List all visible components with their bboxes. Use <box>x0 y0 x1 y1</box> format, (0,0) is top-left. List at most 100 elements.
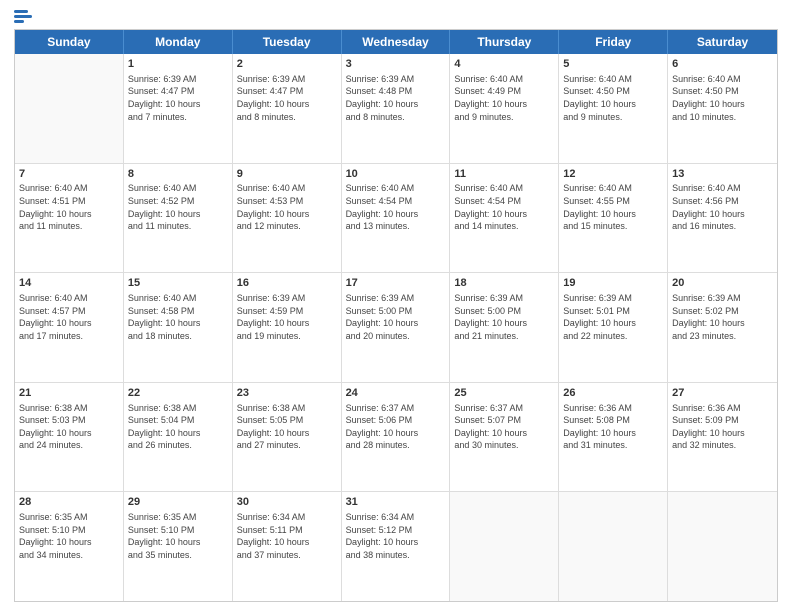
header-day-tuesday: Tuesday <box>233 30 342 54</box>
day-info: Sunrise: 6:40 AMSunset: 4:50 PMDaylight:… <box>563 73 663 123</box>
day-number: 28 <box>19 495 119 510</box>
calendar-day-23: 23Sunrise: 6:38 AMSunset: 5:05 PMDayligh… <box>233 383 342 492</box>
day-number: 27 <box>672 386 773 401</box>
day-number: 23 <box>237 386 337 401</box>
day-info: Sunrise: 6:38 AMSunset: 5:05 PMDaylight:… <box>237 402 337 452</box>
day-info: Sunrise: 6:36 AMSunset: 5:08 PMDaylight:… <box>563 402 663 452</box>
calendar-day-14: 14Sunrise: 6:40 AMSunset: 4:57 PMDayligh… <box>15 273 124 382</box>
calendar-week-5: 28Sunrise: 6:35 AMSunset: 5:10 PMDayligh… <box>15 492 777 601</box>
day-number: 11 <box>454 167 554 182</box>
calendar-day-11: 11Sunrise: 6:40 AMSunset: 4:54 PMDayligh… <box>450 164 559 273</box>
day-number: 12 <box>563 167 663 182</box>
day-info: Sunrise: 6:37 AMSunset: 5:06 PMDaylight:… <box>346 402 446 452</box>
calendar-body: 1Sunrise: 6:39 AMSunset: 4:47 PMDaylight… <box>15 54 777 601</box>
calendar-day-30: 30Sunrise: 6:34 AMSunset: 5:11 PMDayligh… <box>233 492 342 601</box>
calendar-day-12: 12Sunrise: 6:40 AMSunset: 4:55 PMDayligh… <box>559 164 668 273</box>
calendar-day-25: 25Sunrise: 6:37 AMSunset: 5:07 PMDayligh… <box>450 383 559 492</box>
calendar-week-1: 1Sunrise: 6:39 AMSunset: 4:47 PMDaylight… <box>15 54 777 164</box>
header-day-friday: Friday <box>559 30 668 54</box>
day-info: Sunrise: 6:40 AMSunset: 4:53 PMDaylight:… <box>237 182 337 232</box>
day-info: Sunrise: 6:39 AMSunset: 4:47 PMDaylight:… <box>237 73 337 123</box>
calendar-day-9: 9Sunrise: 6:40 AMSunset: 4:53 PMDaylight… <box>233 164 342 273</box>
logo-text-block <box>14 10 32 23</box>
day-info: Sunrise: 6:39 AMSunset: 5:00 PMDaylight:… <box>454 292 554 342</box>
calendar-day-28: 28Sunrise: 6:35 AMSunset: 5:10 PMDayligh… <box>15 492 124 601</box>
calendar-day-6: 6Sunrise: 6:40 AMSunset: 4:50 PMDaylight… <box>668 54 777 163</box>
calendar-day-26: 26Sunrise: 6:36 AMSunset: 5:08 PMDayligh… <box>559 383 668 492</box>
calendar-day-3: 3Sunrise: 6:39 AMSunset: 4:48 PMDaylight… <box>342 54 451 163</box>
day-info: Sunrise: 6:40 AMSunset: 4:54 PMDaylight:… <box>454 182 554 232</box>
day-info: Sunrise: 6:40 AMSunset: 4:49 PMDaylight:… <box>454 73 554 123</box>
calendar-empty-cell <box>559 492 668 601</box>
calendar-day-13: 13Sunrise: 6:40 AMSunset: 4:56 PMDayligh… <box>668 164 777 273</box>
calendar-week-2: 7Sunrise: 6:40 AMSunset: 4:51 PMDaylight… <box>15 164 777 274</box>
day-info: Sunrise: 6:39 AMSunset: 5:01 PMDaylight:… <box>563 292 663 342</box>
day-number: 16 <box>237 276 337 291</box>
day-number: 29 <box>128 495 228 510</box>
day-number: 6 <box>672 57 773 72</box>
day-info: Sunrise: 6:34 AMSunset: 5:11 PMDaylight:… <box>237 511 337 561</box>
header-day-monday: Monday <box>124 30 233 54</box>
day-number: 25 <box>454 386 554 401</box>
calendar-day-1: 1Sunrise: 6:39 AMSunset: 4:47 PMDaylight… <box>124 54 233 163</box>
calendar: SundayMondayTuesdayWednesdayThursdayFrid… <box>14 29 778 602</box>
day-info: Sunrise: 6:39 AMSunset: 5:02 PMDaylight:… <box>672 292 773 342</box>
day-info: Sunrise: 6:39 AMSunset: 4:47 PMDaylight:… <box>128 73 228 123</box>
header-day-thursday: Thursday <box>450 30 559 54</box>
calendar-empty-cell <box>668 492 777 601</box>
calendar-day-2: 2Sunrise: 6:39 AMSunset: 4:47 PMDaylight… <box>233 54 342 163</box>
calendar-week-4: 21Sunrise: 6:38 AMSunset: 5:03 PMDayligh… <box>15 383 777 493</box>
calendar-day-5: 5Sunrise: 6:40 AMSunset: 4:50 PMDaylight… <box>559 54 668 163</box>
day-number: 8 <box>128 167 228 182</box>
day-info: Sunrise: 6:40 AMSunset: 4:55 PMDaylight:… <box>563 182 663 232</box>
day-info: Sunrise: 6:38 AMSunset: 5:03 PMDaylight:… <box>19 402 119 452</box>
day-number: 31 <box>346 495 446 510</box>
day-number: 21 <box>19 386 119 401</box>
calendar-empty-cell <box>15 54 124 163</box>
calendar-day-16: 16Sunrise: 6:39 AMSunset: 4:59 PMDayligh… <box>233 273 342 382</box>
calendar-day-18: 18Sunrise: 6:39 AMSunset: 5:00 PMDayligh… <box>450 273 559 382</box>
day-info: Sunrise: 6:36 AMSunset: 5:09 PMDaylight:… <box>672 402 773 452</box>
day-info: Sunrise: 6:40 AMSunset: 4:58 PMDaylight:… <box>128 292 228 342</box>
header-day-sunday: Sunday <box>15 30 124 54</box>
day-number: 14 <box>19 276 119 291</box>
calendar-header-row: SundayMondayTuesdayWednesdayThursdayFrid… <box>15 30 777 54</box>
calendar-day-21: 21Sunrise: 6:38 AMSunset: 5:03 PMDayligh… <box>15 383 124 492</box>
day-number: 5 <box>563 57 663 72</box>
calendar-page: SundayMondayTuesdayWednesdayThursdayFrid… <box>0 0 792 612</box>
calendar-day-24: 24Sunrise: 6:37 AMSunset: 5:06 PMDayligh… <box>342 383 451 492</box>
calendar-day-22: 22Sunrise: 6:38 AMSunset: 5:04 PMDayligh… <box>124 383 233 492</box>
day-number: 7 <box>19 167 119 182</box>
day-info: Sunrise: 6:35 AMSunset: 5:10 PMDaylight:… <box>19 511 119 561</box>
header-day-saturday: Saturday <box>668 30 777 54</box>
calendar-day-17: 17Sunrise: 6:39 AMSunset: 5:00 PMDayligh… <box>342 273 451 382</box>
day-info: Sunrise: 6:37 AMSunset: 5:07 PMDaylight:… <box>454 402 554 452</box>
day-number: 3 <box>346 57 446 72</box>
day-info: Sunrise: 6:40 AMSunset: 4:51 PMDaylight:… <box>19 182 119 232</box>
day-info: Sunrise: 6:40 AMSunset: 4:52 PMDaylight:… <box>128 182 228 232</box>
day-info: Sunrise: 6:38 AMSunset: 5:04 PMDaylight:… <box>128 402 228 452</box>
day-number: 30 <box>237 495 337 510</box>
day-info: Sunrise: 6:40 AMSunset: 4:50 PMDaylight:… <box>672 73 773 123</box>
logo <box>14 10 32 23</box>
day-number: 17 <box>346 276 446 291</box>
calendar-day-8: 8Sunrise: 6:40 AMSunset: 4:52 PMDaylight… <box>124 164 233 273</box>
calendar-day-10: 10Sunrise: 6:40 AMSunset: 4:54 PMDayligh… <box>342 164 451 273</box>
calendar-day-4: 4Sunrise: 6:40 AMSunset: 4:49 PMDaylight… <box>450 54 559 163</box>
calendar-empty-cell <box>450 492 559 601</box>
day-info: Sunrise: 6:39 AMSunset: 4:48 PMDaylight:… <box>346 73 446 123</box>
day-info: Sunrise: 6:40 AMSunset: 4:54 PMDaylight:… <box>346 182 446 232</box>
calendar-day-19: 19Sunrise: 6:39 AMSunset: 5:01 PMDayligh… <box>559 273 668 382</box>
day-info: Sunrise: 6:40 AMSunset: 4:56 PMDaylight:… <box>672 182 773 232</box>
day-number: 2 <box>237 57 337 72</box>
day-number: 4 <box>454 57 554 72</box>
day-info: Sunrise: 6:39 AMSunset: 4:59 PMDaylight:… <box>237 292 337 342</box>
day-number: 26 <box>563 386 663 401</box>
day-number: 24 <box>346 386 446 401</box>
day-number: 15 <box>128 276 228 291</box>
day-number: 22 <box>128 386 228 401</box>
calendar-day-15: 15Sunrise: 6:40 AMSunset: 4:58 PMDayligh… <box>124 273 233 382</box>
day-number: 1 <box>128 57 228 72</box>
logo-icon <box>14 10 32 23</box>
calendar-day-7: 7Sunrise: 6:40 AMSunset: 4:51 PMDaylight… <box>15 164 124 273</box>
